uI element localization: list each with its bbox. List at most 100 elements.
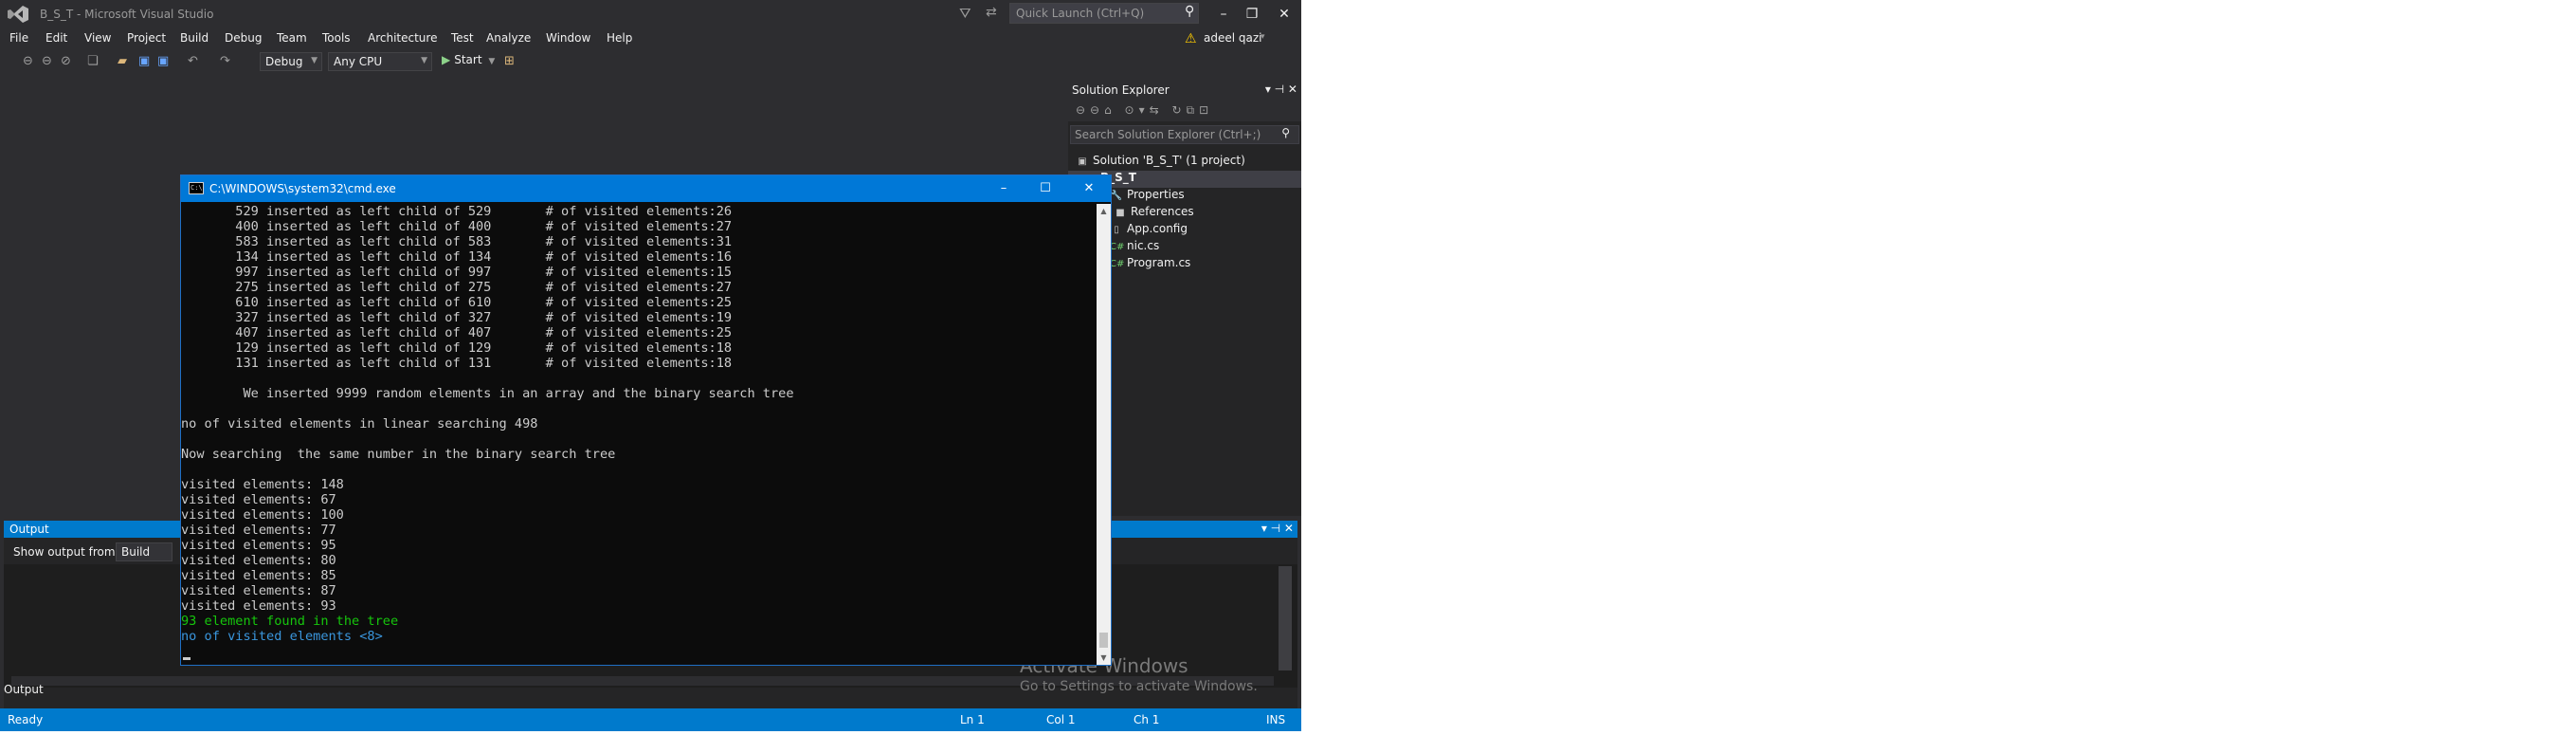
menu-debug[interactable]: Debug	[225, 31, 262, 45]
navigate-back-icon[interactable]: ⊖	[23, 54, 33, 68]
console-line: 129 inserted as left child of 129 # of v…	[181, 340, 733, 356]
scroll-up-icon[interactable]: ▲	[1097, 204, 1111, 218]
console-line: visited elements: 85	[181, 568, 336, 583]
activate-windows-subtitle: Go to Settings to activate Windows.	[1020, 679, 1258, 694]
navigate-dropdown-icon[interactable]: ⊘	[61, 54, 71, 68]
console-line: 610 inserted as left child of 610 # of v…	[181, 295, 733, 310]
account-dropdown-icon[interactable]: ▾	[1261, 32, 1265, 42]
console-maximize-button[interactable]: ☐	[1025, 177, 1066, 200]
console-scrollbar[interactable]: ▲ ▼	[1097, 204, 1111, 665]
console-line: 400 inserted as left child of 400 # of v…	[181, 219, 733, 234]
panel-controls[interactable]: ▾ ⊣ ✕	[1265, 83, 1297, 96]
menu-edit[interactable]: Edit	[45, 31, 67, 45]
console-line: 275 inserted as left child of 275 # of v…	[181, 280, 733, 295]
menu-file[interactable]: File	[9, 31, 28, 45]
search-icon[interactable]: ⚲	[1185, 4, 1194, 19]
configuration-value: Debug	[265, 55, 303, 68]
console-line: 131 inserted as left child of 131 # of v…	[181, 356, 733, 371]
menu-team[interactable]: Team	[277, 31, 307, 45]
navigate-forward-icon[interactable]: ⊖	[42, 54, 52, 68]
scroll-thumb[interactable]	[1099, 633, 1108, 648]
minimize-button[interactable]: –	[1209, 4, 1238, 25]
menu-test[interactable]: Test	[451, 31, 474, 45]
scroll-down-icon[interactable]: ▼	[1097, 651, 1111, 665]
title-bar: B_S_T - Microsoft Visual Studio ⛛ ⇄ Quic…	[0, 0, 1301, 28]
undo-icon[interactable]: ↶	[188, 54, 198, 68]
status-bar: Ready Ln 1 Col 1 Ch 1 INS	[0, 708, 1301, 731]
save-icon[interactable]: ▣	[138, 54, 150, 68]
console-line: visited elements: 87	[181, 583, 336, 598]
browser-link-icon[interactable]: ⊞	[504, 54, 515, 68]
restore-button[interactable]: ❐	[1238, 4, 1266, 25]
wrench-icon: 🔧	[1110, 191, 1123, 201]
status-text: Ready	[8, 713, 44, 726]
console-output: 529 inserted as left child of 529 # of v…	[181, 204, 1095, 665]
visual-studio-window: B_S_T - Microsoft Visual Studio ⛛ ⇄ Quic…	[0, 0, 1301, 731]
console-line: 134 inserted as left child of 134 # of v…	[181, 249, 733, 265]
console-window[interactable]: C:\ C:\WINDOWS\system32\cmd.exe – ☐ ✕ 52…	[180, 174, 1112, 666]
output-vertical-scrollbar[interactable]	[1279, 566, 1292, 670]
console-line: Now searching the same number in the bin…	[181, 447, 616, 462]
console-line: 529 inserted as left child of 529 # of v…	[181, 204, 733, 219]
console-line: no of visited elements <8>	[181, 629, 383, 644]
warning-icon: ⚠	[1185, 31, 1197, 46]
redo-icon[interactable]: ↷	[220, 54, 230, 68]
start-button[interactable]: ▶ Start ▼	[442, 53, 495, 66]
menu-view[interactable]: View	[84, 31, 111, 45]
csharp-file-icon: C#	[1110, 259, 1125, 269]
console-line: We inserted 9999 random elements in an a…	[181, 386, 794, 401]
status-character: Ch 1	[1134, 713, 1160, 726]
menu-project[interactable]: Project	[127, 31, 166, 45]
console-line: visited elements: 67	[181, 492, 336, 507]
console-line: visited elements: 148	[181, 477, 344, 492]
configuration-select[interactable]: Debug ▼	[260, 52, 322, 71]
menu-architecture[interactable]: Architecture	[368, 31, 437, 45]
console-icon: C:\	[189, 182, 204, 194]
solution-explorer-header: Solution Explorer ▾ ⊣ ✕	[1068, 80, 1301, 101]
solution-explorer-search-input[interactable]: Search Solution Explorer (Ctrl+;)	[1070, 125, 1299, 144]
play-icon: ▶	[442, 53, 451, 66]
console-minimize-button[interactable]: –	[983, 177, 1025, 200]
feedback-icon[interactable]: ⇄	[986, 5, 997, 20]
chevron-down-icon: ▼	[488, 57, 496, 66]
chevron-down-icon: ▼	[421, 56, 427, 65]
console-close-button[interactable]: ✕	[1068, 177, 1110, 200]
menu-build[interactable]: Build	[180, 31, 209, 45]
solution-explorer-title: Solution Explorer	[1072, 83, 1170, 97]
platform-value: Any CPU	[334, 55, 383, 68]
panel-controls[interactable]: ▾ ⊣ ✕	[1261, 522, 1294, 535]
notifications-filter-icon[interactable]: ⛛	[959, 5, 971, 22]
solution-icon: ▣	[1078, 156, 1087, 167]
console-line: no of visited elements in linear searchi…	[181, 416, 538, 432]
menu-bar: File Edit View Project Build Debug Team …	[0, 28, 1301, 49]
close-button[interactable]: ✕	[1270, 4, 1298, 25]
menu-help[interactable]: Help	[607, 31, 632, 45]
menu-window[interactable]: Window	[546, 31, 590, 45]
new-project-icon[interactable]: ❏	[87, 54, 99, 68]
quick-launch-input[interactable]: Quick Launch (Ctrl+Q)	[1009, 3, 1199, 24]
console-line: visited elements: 80	[181, 553, 336, 568]
save-all-icon[interactable]: ▣	[157, 54, 169, 68]
show-output-from-label: Show output from:	[13, 545, 119, 559]
solution-explorer-toolbar[interactable]: ⊖⊖⌂ ⊙▾⇆ ↻⧉⊡	[1068, 101, 1301, 121]
menu-analyze[interactable]: Analyze	[486, 31, 531, 45]
platform-select[interactable]: Any CPU ▼	[328, 52, 432, 71]
status-line: Ln 1	[960, 713, 985, 726]
menu-tools[interactable]: Tools	[322, 31, 351, 45]
account-name[interactable]: adeel qazi	[1204, 31, 1262, 45]
console-line: 93 element found in the tree	[181, 614, 399, 629]
console-line: 327 inserted as left child of 327 # of v…	[181, 310, 733, 325]
tree-item-solution[interactable]: ▣ Solution 'B_S_T' (1 project)	[1068, 154, 1301, 171]
console-line: visited elements: 100	[181, 507, 344, 523]
output-title: Output	[9, 523, 49, 536]
tab-output[interactable]: Output	[4, 683, 44, 696]
search-icon[interactable]: ⚲	[1281, 126, 1290, 139]
open-file-icon[interactable]: ▰	[118, 54, 127, 68]
console-line: 407 inserted as left child of 407 # of v…	[181, 325, 733, 340]
output-source-select[interactable]: Build	[116, 542, 172, 561]
console-title-bar[interactable]: C:\ C:\WINDOWS\system32\cmd.exe – ☐ ✕	[181, 175, 1111, 202]
